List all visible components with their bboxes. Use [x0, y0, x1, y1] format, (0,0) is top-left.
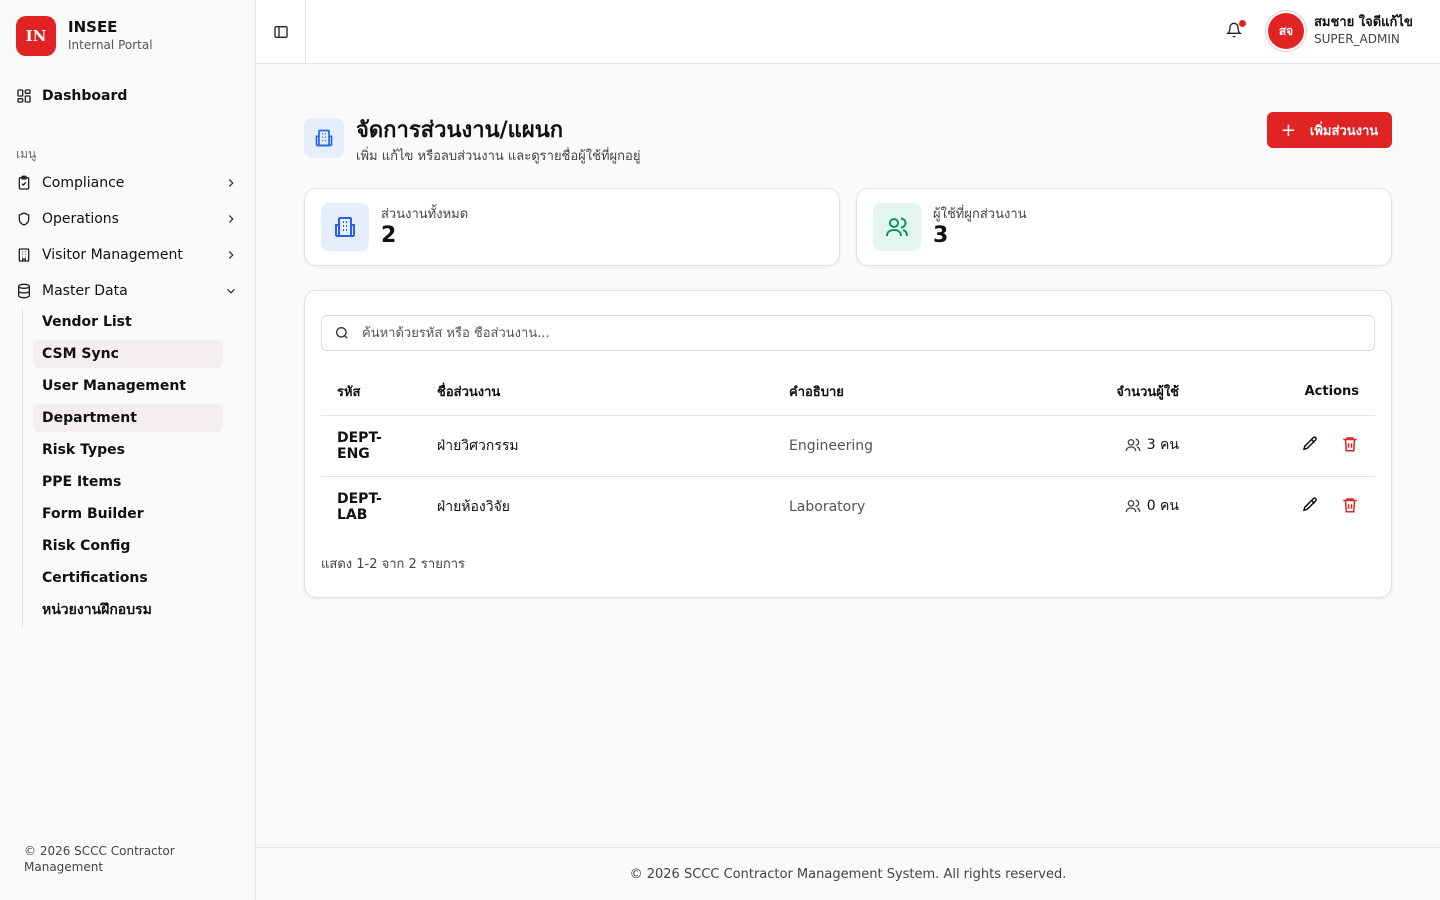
- departments-table-card: รหัส ชื่อส่วนงาน คำอธิบาย จำนวนผู้ใช้ Ac…: [304, 290, 1392, 598]
- sidebar-item-label: Operations: [42, 211, 119, 227]
- stat-label: ผู้ใช้ที่ผูกส่วนงาน: [933, 207, 1027, 222]
- search-input[interactable]: [362, 325, 1262, 341]
- user-menu[interactable]: สจ สมชาย ใจดีแก้ไข SUPER_ADMIN: [1268, 13, 1413, 49]
- user-name: สมชาย ใจดีแก้ไข: [1314, 15, 1413, 30]
- sidebar-item-master-data[interactable]: Master Data: [8, 275, 248, 307]
- brand-logo: IN: [16, 16, 56, 56]
- sidebar-subitem-risk-config[interactable]: Risk Config: [33, 532, 223, 560]
- search-box[interactable]: [321, 315, 1375, 351]
- shield-icon: [16, 211, 32, 227]
- cell-name: ฝ่ายห้องวิจัย: [437, 498, 511, 515]
- stat-label: ส่วนงานทั้งหมด: [381, 207, 469, 222]
- building-icon: [16, 247, 32, 263]
- table-header-row: รหัส ชื่อส่วนงาน คำอธิบาย จำนวนผู้ใช้ Ac…: [321, 369, 1375, 416]
- sidebar-subitem-certifications[interactable]: Certifications: [33, 564, 223, 592]
- stat-card-linked-users: ผู้ใช้ที่ผูกส่วนงาน 3: [856, 188, 1392, 266]
- sidebar-subitem-form-builder[interactable]: Form Builder: [33, 500, 223, 528]
- column-header-actions: Actions: [1195, 369, 1375, 416]
- users-icon: [1125, 498, 1141, 514]
- cell-user-count: 3 คน: [1073, 415, 1195, 477]
- cell-user-count: 0 คน: [1073, 476, 1195, 537]
- sidebar-subitem-csm-sync[interactable]: CSM Sync: [33, 340, 223, 368]
- add-department-label: เพิ่มส่วนงาน: [1309, 123, 1379, 139]
- page-footer: © 2026 SCCC Contractor Management System…: [256, 847, 1440, 900]
- user-role: SUPER_ADMIN: [1314, 32, 1400, 46]
- sidebar-subitem-training-units[interactable]: หน่วยงานฝึกอบรม: [33, 596, 223, 624]
- sidebar-subitem-user-management[interactable]: User Management: [33, 372, 223, 400]
- sidebar-menu: Compliance Operations Visitor Management…: [8, 167, 248, 311]
- add-department-button[interactable]: + เพิ่มส่วนงาน: [1267, 112, 1392, 148]
- column-header-code[interactable]: รหัส: [321, 369, 421, 416]
- brand-subtitle: Internal Portal: [68, 38, 153, 52]
- sidebar-item-label: Master Data: [42, 283, 128, 299]
- cell-code: DEPT-LAB: [337, 490, 382, 523]
- sidebar-item-operations[interactable]: Operations: [8, 203, 248, 235]
- column-header-description[interactable]: คำอธิบาย: [773, 369, 1073, 416]
- sidebar-item-label: Dashboard: [42, 88, 128, 104]
- user-count-text: 3 คน: [1146, 437, 1179, 453]
- sidebar: IN INSEE Internal Portal Dashboard เมนู …: [0, 0, 256, 900]
- sidebar-item-visitor-management[interactable]: Visitor Management: [8, 239, 248, 271]
- sidebar-subitem-vendor-list[interactable]: Vendor List: [33, 308, 223, 336]
- column-header-name[interactable]: ชื่อส่วนงาน: [421, 369, 773, 416]
- sidebar-item-compliance[interactable]: Compliance: [8, 167, 248, 199]
- sidebar-item-dashboard[interactable]: Dashboard: [8, 80, 248, 112]
- chevron-right-icon: [224, 212, 238, 226]
- stat-icon-wrap: [873, 203, 921, 251]
- cell-code: DEPT-ENG: [321, 415, 421, 477]
- building-icon: [314, 128, 334, 148]
- plus-icon: +: [1280, 119, 1296, 141]
- users-icon: [1125, 437, 1141, 453]
- stat-icon-wrap: [321, 203, 369, 251]
- notification-button[interactable]: [1226, 20, 1246, 42]
- menu-heading: เมนู: [16, 147, 37, 161]
- sidebar-item-label: Compliance: [42, 175, 125, 191]
- edit-icon[interactable]: [1301, 435, 1319, 453]
- cell-actions: [1195, 476, 1375, 537]
- top-bar: สจ สมชาย ใจดีแก้ไข SUPER_ADMIN: [256, 0, 1440, 64]
- chevron-down-icon: [224, 284, 238, 298]
- sidebar-subitem-risk-types[interactable]: Risk Types: [33, 436, 223, 464]
- panel-left-icon: [273, 24, 289, 40]
- page-subtitle: เพิ่ม แก้ไข หรือลบส่วนงาน และดูรายชื่อผู…: [356, 149, 641, 164]
- column-header-user-count[interactable]: จำนวนผู้ใช้: [1073, 369, 1195, 416]
- sidebar-subitem-ppe-items[interactable]: PPE Items: [33, 468, 223, 496]
- page-icon: [304, 118, 344, 158]
- cell-actions: [1195, 415, 1375, 477]
- pagination-summary: แสดง 1-2 จาก 2 รายการ: [321, 557, 465, 572]
- notification-dot: [1239, 20, 1246, 27]
- stat-value: 2: [381, 223, 397, 248]
- brand-name: INSEE: [68, 18, 118, 36]
- database-icon: [16, 283, 32, 299]
- layout-grid-icon: [16, 88, 32, 104]
- clipboard-check-icon: [16, 175, 32, 191]
- stat-value: 3: [933, 223, 949, 248]
- building-icon: [333, 215, 357, 239]
- table-row[interactable]: DEPT-LAB ฝ่ายห้องวิจัย Laboratory 0 คน: [321, 476, 1375, 537]
- sidebar-item-label: Visitor Management: [42, 247, 183, 263]
- sidebar-footer: © 2026 SCCC Contractor Management: [24, 844, 175, 874]
- users-icon: [885, 215, 909, 239]
- page-title: จัดการส่วนงาน/แผนก: [356, 118, 564, 143]
- sidebar-toggle-button[interactable]: [256, 0, 306, 63]
- stat-card-total-departments: ส่วนงานทั้งหมด 2: [304, 188, 840, 266]
- delete-icon[interactable]: [1341, 496, 1359, 514]
- table-row[interactable]: DEPT-ENG ฝ่ายวิศวกรรม Engineering 3 คน: [321, 415, 1375, 477]
- chevron-right-icon: [224, 248, 238, 262]
- brand[interactable]: IN INSEE Internal Portal: [16, 16, 153, 56]
- cell-description: Laboratory: [789, 498, 866, 515]
- edit-icon[interactable]: [1301, 496, 1319, 514]
- chevron-right-icon: [224, 176, 238, 190]
- departments-table: รหัส ชื่อส่วนงาน คำอธิบาย จำนวนผู้ใช้ Ac…: [321, 369, 1375, 537]
- avatar: สจ: [1268, 13, 1304, 49]
- delete-icon[interactable]: [1341, 435, 1359, 453]
- master-data-submenu: Vendor List CSM Sync User Management Dep…: [22, 308, 232, 628]
- search-icon: [334, 325, 350, 341]
- cell-description: Engineering: [773, 415, 1073, 477]
- user-count-text: 0 คน: [1146, 498, 1179, 515]
- cell-name: ฝ่ายวิศวกรรม: [421, 415, 773, 477]
- sidebar-subitem-department[interactable]: Department: [33, 404, 223, 432]
